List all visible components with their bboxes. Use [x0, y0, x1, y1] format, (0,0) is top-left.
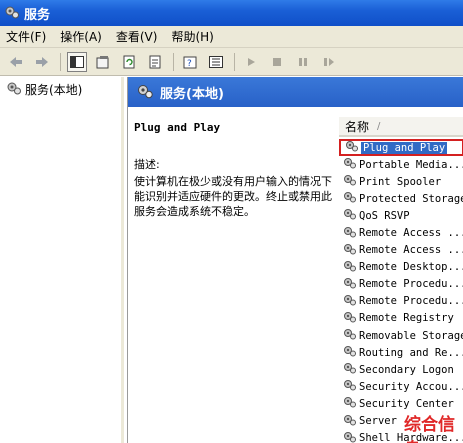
list-rows: Plug and Play Portable Media... Print Spoo…: [339, 139, 463, 443]
console-tree-icon[interactable]: [67, 51, 87, 72]
export-icon[interactable]: [145, 52, 165, 72]
service-name: Remote Desktop...: [359, 261, 463, 274]
service-name: QoS RSVP: [359, 209, 410, 222]
service-name: Routing and Re...: [359, 346, 463, 359]
gear-icon: [4, 4, 20, 23]
service-description-panel: Plug and Play 描述: 使计算机在极少或没有用户输入的情况下能识别并…: [134, 121, 340, 219]
gear-icon: [343, 294, 357, 309]
gear-icon: [343, 345, 357, 360]
gear-icon: [6, 81, 22, 98]
menu-file[interactable]: 文件(F): [6, 28, 46, 45]
table-row[interactable]: Remote Procedu...: [339, 276, 463, 293]
service-name: Security Accou...: [359, 380, 463, 393]
service-name: Remote Access ...: [359, 227, 463, 240]
back-arrow-icon[interactable]: [6, 52, 26, 72]
gear-icon: [343, 431, 357, 443]
restart-icon[interactable]: [319, 52, 339, 72]
table-row[interactable]: Plug and Play: [339, 139, 463, 157]
list-view-icon[interactable]: [206, 52, 226, 72]
services-pane: 服务(本地) Plug and Play 描述: 使计算机在极少或没有用户输入的…: [127, 77, 463, 443]
table-row[interactable]: Portable Media...: [339, 156, 463, 173]
table-row[interactable]: Remote Access ...: [339, 224, 463, 241]
title-bar: 服务: [0, 0, 463, 26]
menu-action[interactable]: 操作(A): [60, 28, 102, 45]
gear-icon: [343, 414, 357, 429]
gear-icon: [343, 311, 357, 326]
service-name: Portable Media...: [359, 158, 463, 171]
pause-icon[interactable]: [293, 52, 313, 72]
gear-icon: [343, 157, 357, 172]
gear-icon: [343, 174, 357, 189]
refresh-icon[interactable]: [119, 52, 139, 72]
table-row[interactable]: Protected Storage: [339, 190, 463, 207]
menu-view[interactable]: 查看(V): [116, 28, 158, 45]
gear-icon: [343, 362, 357, 377]
menu-bar: 文件(F) 操作(A) 查看(V) 帮助(H): [0, 26, 463, 48]
service-name: Remote Procedu...: [359, 295, 463, 308]
service-name: Remote Registry: [359, 312, 454, 325]
gear-icon: [136, 83, 154, 102]
table-row[interactable]: QoS RSVP: [339, 207, 463, 224]
forward-arrow-icon[interactable]: [32, 52, 52, 72]
service-name: Removable Storage: [359, 329, 463, 342]
tree-node-services-local[interactable]: 服务(本地): [6, 81, 82, 98]
pane-header-title: 服务(本地): [160, 86, 224, 102]
selected-service-name: Plug and Play: [134, 121, 221, 134]
menu-help[interactable]: 帮助(H): [171, 28, 213, 45]
gear-icon: [343, 379, 357, 394]
gear-icon: [343, 260, 357, 275]
stop-icon[interactable]: [267, 52, 287, 72]
gear-icon: [343, 277, 357, 292]
console-tree: 服务(本地): [0, 77, 124, 443]
pane-header: 服务(本地): [128, 77, 463, 107]
gear-icon: [343, 396, 357, 411]
description-text: 使计算机在极少或没有用户输入的情况下能识别并适应硬件的更改。终止或禁用此服务会造…: [134, 175, 332, 218]
toolbar-separator: [60, 52, 61, 71]
table-row[interactable]: Remote Registry: [339, 310, 463, 327]
play-icon[interactable]: [241, 52, 261, 72]
gear-icon: [345, 141, 359, 154]
table-row[interactable]: Print Spooler: [339, 173, 463, 190]
gear-icon: [343, 243, 357, 258]
service-name: Print Spooler: [359, 175, 442, 188]
help-icon[interactable]: ?: [180, 52, 200, 72]
services-list: 名称 / Plug and Play Portable Media... Print…: [339, 117, 463, 443]
description-label: 描述:: [134, 158, 160, 171]
toolbar-separator: [234, 52, 235, 71]
table-row[interactable]: Security Accou...: [339, 378, 463, 395]
table-row[interactable]: Remote Access ...: [339, 242, 463, 259]
toolbar: ?: [0, 48, 463, 76]
toolbar-separator: [173, 52, 174, 71]
service-name: Secondary Logon: [359, 363, 454, 376]
service-name: Server: [359, 415, 397, 428]
table-row[interactable]: Secondary Logon: [339, 361, 463, 378]
service-name: Remote Procedu...: [359, 278, 463, 291]
column-header-name[interactable]: 名称 /: [339, 117, 463, 137]
svg-text:?: ?: [187, 59, 192, 69]
gear-icon: [343, 328, 357, 343]
service-name: Plug and Play: [361, 141, 448, 154]
properties-icon[interactable]: [93, 52, 113, 72]
gear-icon: [343, 208, 357, 223]
window-title: 服务: [24, 7, 51, 23]
tree-node-label: 服务(本地): [25, 83, 83, 97]
table-row[interactable]: Routing and Re...: [339, 344, 463, 361]
watermark-text: 综合信息: [404, 415, 455, 443]
column-header-label: 名称: [345, 119, 370, 134]
table-row[interactable]: Remote Procedu...: [339, 293, 463, 310]
table-row[interactable]: Remote Desktop...: [339, 259, 463, 276]
service-name: Remote Access ...: [359, 244, 463, 257]
service-name: Security Center: [359, 397, 454, 410]
gear-icon: [343, 191, 357, 206]
table-row[interactable]: Removable Storage: [339, 327, 463, 344]
service-name: Protected Storage: [359, 192, 463, 205]
gear-icon: [343, 226, 357, 241]
sort-indicator: /: [377, 120, 381, 132]
